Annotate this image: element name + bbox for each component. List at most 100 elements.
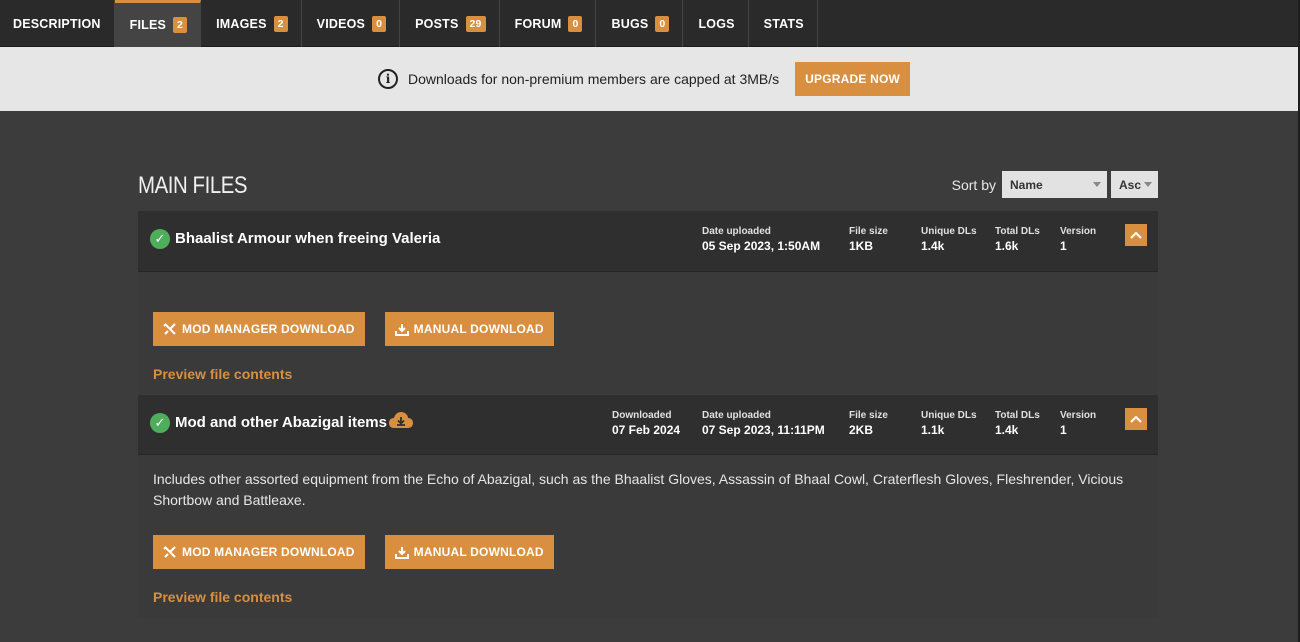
stat-value: 1 bbox=[1060, 423, 1067, 437]
tab-description[interactable]: DESCRIPTION bbox=[0, 0, 115, 47]
download-icon bbox=[394, 546, 409, 559]
stat-total-dls: Total DLs 1.6k bbox=[995, 226, 1040, 253]
upgrade-now-button[interactable]: UPGRADE NOW bbox=[795, 62, 911, 96]
stat-file-size: File size 1KB bbox=[849, 226, 888, 253]
stat-label: Date uploaded bbox=[702, 226, 771, 237]
chevron-down-icon bbox=[1144, 182, 1152, 187]
check-icon: ✓ bbox=[150, 229, 170, 249]
count-badge: 0 bbox=[568, 15, 583, 32]
manual-download-button[interactable]: MANUAL DOWNLOAD bbox=[384, 312, 554, 346]
stat-unique-dls: Unique DLs 1.1k bbox=[921, 410, 977, 437]
file-item: ✓ Bhaalist Armour when freeing Valeria D… bbox=[138, 211, 1158, 394]
tab-bugs[interactable]: BUGS 0 bbox=[596, 0, 684, 47]
tab-label: FILES bbox=[129, 18, 167, 32]
tab-label: IMAGES bbox=[216, 16, 267, 31]
file-body: Includes other assorted equipment from t… bbox=[138, 455, 1158, 605]
stat-label: File size bbox=[849, 410, 888, 421]
notice-text: Downloads for non-premium members are ca… bbox=[407, 71, 780, 87]
stat-version: Version 1 bbox=[1060, 226, 1096, 253]
count-badge: 0 bbox=[372, 15, 387, 32]
button-label: MOD MANAGER DOWNLOAD bbox=[182, 322, 355, 336]
tab-images[interactable]: IMAGES 2 bbox=[201, 0, 302, 47]
manual-download-button[interactable]: MANUAL DOWNLOAD bbox=[384, 535, 554, 569]
download-icon bbox=[394, 323, 409, 336]
stat-value: 1 bbox=[1060, 239, 1067, 253]
tab-label: FORUM bbox=[514, 16, 562, 31]
sort-label: Sort by bbox=[951, 176, 996, 193]
preview-file-contents-link[interactable]: Preview file contents bbox=[153, 366, 1143, 382]
mod-manager-download-button[interactable]: MOD MANAGER DOWNLOAD bbox=[153, 312, 365, 346]
file-header[interactable]: ✓ Bhaalist Armour when freeing Valeria D… bbox=[138, 211, 1158, 272]
tab-posts[interactable]: POSTS 29 bbox=[400, 0, 500, 47]
sort-field-select[interactable]: Name bbox=[1002, 171, 1107, 198]
chevron-up-icon bbox=[1130, 415, 1142, 423]
cloud-download-icon bbox=[389, 412, 413, 428]
tab-videos[interactable]: VIDEOS 0 bbox=[302, 0, 401, 47]
count-badge: 2 bbox=[273, 15, 288, 32]
stat-value: 1.1k bbox=[921, 423, 945, 437]
stat-label: Date uploaded bbox=[702, 410, 771, 421]
file-item: ✓ Mod and other Abazigal items Downloade… bbox=[138, 395, 1158, 618]
file-header[interactable]: ✓ Mod and other Abazigal items Downloade… bbox=[138, 395, 1158, 455]
tab-stats[interactable]: STATS bbox=[749, 0, 818, 47]
sort-field-value: Name bbox=[1010, 177, 1043, 192]
file-description: Includes other assorted equipment from t… bbox=[153, 471, 1124, 508]
tab-bar: DESCRIPTION FILES 2 IMAGES 2 VIDEOS 0 POSTS… bbox=[0, 0, 1298, 47]
info-icon: i bbox=[377, 69, 398, 89]
stat-value: 1KB bbox=[849, 239, 874, 253]
stat-file-size: File size 2KB bbox=[849, 410, 888, 437]
chevron-down-icon bbox=[1093, 182, 1101, 187]
tools-icon bbox=[163, 322, 176, 335]
section-title: MAIN FILES bbox=[138, 172, 248, 199]
button-label: MANUAL DOWNLOAD bbox=[413, 545, 544, 559]
tab-label: POSTS bbox=[415, 16, 459, 31]
tab-label: STATS bbox=[763, 16, 804, 31]
stat-value: 05 Sep 2023, 1:50AM bbox=[702, 239, 821, 253]
stat-label: File size bbox=[849, 226, 888, 237]
stat-value: 2KB bbox=[849, 423, 874, 437]
sort-controls: Sort by Name Asc bbox=[952, 171, 1158, 198]
stat-label: Version bbox=[1060, 410, 1097, 421]
tab-label: BUGS bbox=[611, 16, 649, 31]
stat-value: 1.4k bbox=[921, 239, 945, 253]
stat-label: Version bbox=[1060, 226, 1097, 237]
file-name: Bhaalist Armour when freeing Valeria bbox=[175, 230, 441, 247]
tab-label: LOGS bbox=[698, 16, 735, 31]
tab-files[interactable]: FILES 2 bbox=[114, 0, 202, 47]
file-body: MOD MANAGER DOWNLOAD MANUAL DOWNLOAD Pre… bbox=[138, 272, 1158, 382]
stat-label: Unique DLs bbox=[921, 226, 977, 237]
stat-label: Downloaded bbox=[612, 410, 672, 421]
stat-version: Version 1 bbox=[1060, 410, 1096, 437]
download-buttons: MOD MANAGER DOWNLOAD MANUAL DOWNLOAD bbox=[153, 535, 1143, 569]
tab-label: DESCRIPTION bbox=[13, 16, 101, 31]
download-buttons: MOD MANAGER DOWNLOAD MANUAL DOWNLOAD bbox=[153, 312, 1143, 346]
count-badge: 29 bbox=[465, 15, 486, 32]
stat-label: Total DLs bbox=[995, 410, 1040, 421]
tab-logs[interactable]: LOGS bbox=[683, 0, 749, 47]
file-name: Mod and other Abazigal items bbox=[175, 414, 387, 431]
stat-label: Unique DLs bbox=[921, 410, 977, 421]
sort-direction-select[interactable]: Asc bbox=[1111, 171, 1158, 198]
button-label: MOD MANAGER DOWNLOAD bbox=[182, 545, 355, 559]
stat-unique-dls: Unique DLs 1.4k bbox=[921, 226, 977, 253]
download-speed-notice: i Downloads for non-premium members are … bbox=[0, 47, 1298, 111]
preview-file-contents-link[interactable]: Preview file contents bbox=[153, 589, 1143, 605]
collapse-toggle-button[interactable] bbox=[1125, 408, 1147, 430]
stat-value: 07 Sep 2023, 11:11PM bbox=[702, 423, 825, 437]
tools-icon bbox=[163, 545, 176, 558]
check-icon: ✓ bbox=[150, 413, 170, 433]
stat-total-dls: Total DLs 1.4k bbox=[995, 410, 1040, 437]
sort-direction-value: Asc bbox=[1119, 177, 1142, 192]
stat-downloaded: Downloaded 07 Feb 2024 bbox=[612, 410, 680, 437]
stat-label: Total DLs bbox=[995, 226, 1040, 237]
tab-forum[interactable]: FORUM 0 bbox=[500, 0, 597, 47]
stat-value: 1.6k bbox=[995, 239, 1019, 253]
collapse-toggle-button[interactable] bbox=[1125, 224, 1147, 246]
chevron-up-icon bbox=[1130, 231, 1142, 239]
stat-value: 1.4k bbox=[995, 423, 1019, 437]
button-label: MANUAL DOWNLOAD bbox=[413, 322, 544, 336]
count-badge: 0 bbox=[655, 15, 670, 32]
mod-manager-download-button[interactable]: MOD MANAGER DOWNLOAD bbox=[153, 535, 365, 569]
stat-date-uploaded: Date uploaded 07 Sep 2023, 11:11PM bbox=[702, 410, 825, 437]
tab-label: VIDEOS bbox=[316, 16, 366, 31]
